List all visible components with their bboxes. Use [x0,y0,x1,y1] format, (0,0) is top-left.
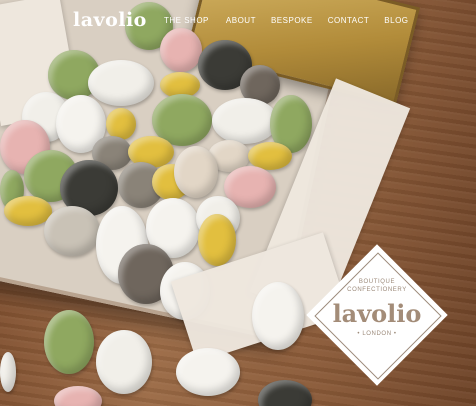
sugared-almond [176,348,240,396]
sugared-almond [88,60,154,106]
badge-line-2: CONFECTIONERY [347,287,407,293]
main-nav: THE SHOP ABOUT BESPOKE CONTACT BLOG [164,16,409,25]
badge-logo: lavolio [332,299,422,328]
nav-the-shop[interactable]: THE SHOP [164,16,209,25]
sugared-almond [160,28,202,72]
sugared-almond [44,310,94,374]
nav-contact[interactable]: CONTACT [328,16,370,25]
nav-about[interactable]: ABOUT [226,16,256,25]
sugared-almond [0,352,16,392]
sugared-almond [96,330,152,394]
badge-line-1: BOUTIQUE [358,279,396,285]
nav-blog[interactable]: BLOG [384,16,408,25]
badge-city: • LONDON • [357,331,397,337]
sugared-almond [212,98,278,144]
sugared-almond [174,146,218,198]
site-logo[interactable]: lavolio [73,9,147,31]
sugared-almond [44,206,100,256]
brand-badge: BOUTIQUE CONFECTIONERY lavolio • LONDON … [306,244,448,386]
sugared-almond [252,282,304,350]
nav-bespoke[interactable]: BESPOKE [271,16,313,25]
sugared-almond [198,214,236,266]
